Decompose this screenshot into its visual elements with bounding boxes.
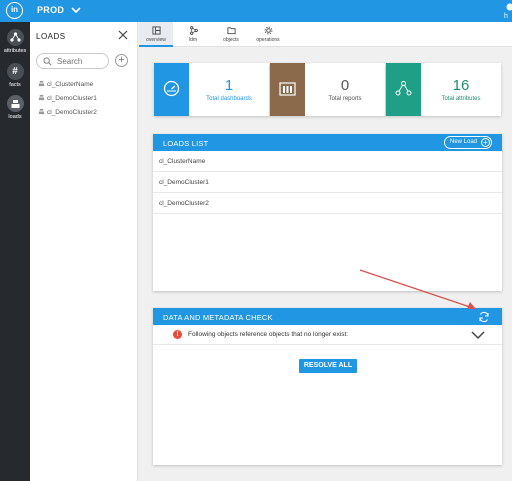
chevron-down-icon[interactable]: [471, 330, 485, 340]
gear-icon: [264, 26, 272, 35]
load-item-label: cl_DemoCluster1: [47, 95, 97, 102]
tab-label: objects: [223, 37, 239, 43]
rail-label-facts: facts: [9, 82, 21, 88]
user-menu-icon[interactable]: h: [503, 2, 512, 20]
search-icon: [43, 57, 52, 66]
share-nodes-icon: [189, 26, 198, 35]
stat-label: Total dashboards: [206, 96, 252, 102]
load-item[interactable]: cl_DemoCluster2: [38, 108, 97, 120]
load-item-label: cl_ClusterName: [47, 81, 94, 88]
table-row[interactable]: cl_DemoCluster1: [153, 172, 502, 193]
table-row[interactable]: cl_ClusterName: [153, 151, 502, 172]
tab-label: ldm: [188, 37, 198, 43]
environment-label[interactable]: PROD: [37, 5, 64, 15]
rail-label-loads: loads: [8, 114, 22, 120]
bar-chart-icon: [279, 82, 296, 96]
card-icon-area: [154, 63, 189, 116]
share-nodes-icon: [6, 29, 24, 46]
stat-card-dashboards[interactable]: 1 Total dashboards: [154, 63, 269, 116]
stat-card-attributes[interactable]: 16 Total attributes: [386, 63, 501, 116]
close-icon[interactable]: [118, 30, 128, 40]
tab-overview[interactable]: overview: [139, 22, 173, 47]
rail-item-facts[interactable]: # facts: [0, 63, 30, 93]
folder-icon: [226, 27, 236, 35]
loads-panel-title: LOADS: [36, 32, 66, 41]
rail-item-attributes[interactable]: attributes: [0, 29, 30, 59]
stat-value: 0: [340, 77, 350, 94]
overview-icon: [151, 26, 161, 35]
warning-text: Following objects reference objects that…: [188, 331, 349, 338]
stack-icon: [38, 108, 45, 115]
add-load-button[interactable]: +: [115, 54, 128, 67]
metadata-check-card: DATA AND METADATA CHECK ! Following obje…: [153, 308, 502, 465]
new-load-label: New Load: [450, 139, 478, 145]
annotation-arrow-icon: [359, 269, 477, 310]
stat-value: 1: [224, 77, 234, 94]
loads-list-header: LOADS LIST New Load +: [153, 134, 502, 151]
tab-objects[interactable]: objects: [214, 22, 248, 47]
load-item[interactable]: cl_DemoCluster1: [38, 94, 97, 106]
tab-label: operations: [256, 37, 280, 43]
card-icon-area: [270, 63, 305, 116]
warning-row[interactable]: ! Following objects reference objects th…: [153, 325, 502, 345]
rail-item-loads[interactable]: loads: [0, 95, 30, 125]
table-row[interactable]: cl_DemoCluster2: [153, 193, 502, 214]
plus-icon: +: [481, 138, 490, 147]
stat-value: 16: [452, 77, 470, 94]
new-load-button[interactable]: New Load +: [444, 136, 492, 149]
tab-label: overview: [146, 37, 166, 43]
stack-icon: [38, 80, 45, 87]
hash-icon: #: [6, 63, 24, 80]
stat-card-reports[interactable]: 0 Total reports: [270, 63, 385, 116]
stat-label: Total attributes: [441, 96, 481, 102]
load-item-label: cl_DemoCluster2: [47, 109, 97, 116]
loads-panel: LOADS + cl_ClusterName cl_DemoCluster1 c…: [30, 22, 138, 481]
loads-list-title: LOADS LIST: [163, 139, 209, 148]
app-logo[interactable]: in: [6, 2, 23, 19]
resolve-all-button[interactable]: RESOLVE ALL: [299, 359, 357, 373]
stack-icon: [6, 95, 24, 112]
gauge-icon: [163, 80, 180, 97]
stack-icon: [38, 94, 45, 101]
search-input[interactable]: [57, 55, 107, 67]
tab-bar: overview ldm objects operations: [139, 22, 512, 47]
rail-label-attributes: attributes: [3, 48, 27, 54]
tab-operations[interactable]: operations: [251, 22, 285, 47]
load-item[interactable]: cl_ClusterName: [38, 80, 93, 92]
search-box[interactable]: [36, 53, 109, 69]
chevron-down-icon[interactable]: [70, 4, 82, 16]
share-nodes-icon: [395, 81, 412, 96]
user-initial: h: [504, 13, 508, 20]
stat-label: Total reports: [328, 96, 362, 102]
tab-ldm[interactable]: ldm: [176, 22, 210, 47]
error-icon: !: [173, 330, 182, 339]
metadata-check-title: DATA AND METADATA CHECK: [163, 313, 273, 322]
top-bar: in PROD h: [0, 0, 512, 22]
card-icon-area: [386, 63, 421, 116]
left-rail: attributes # facts loads: [0, 22, 30, 481]
